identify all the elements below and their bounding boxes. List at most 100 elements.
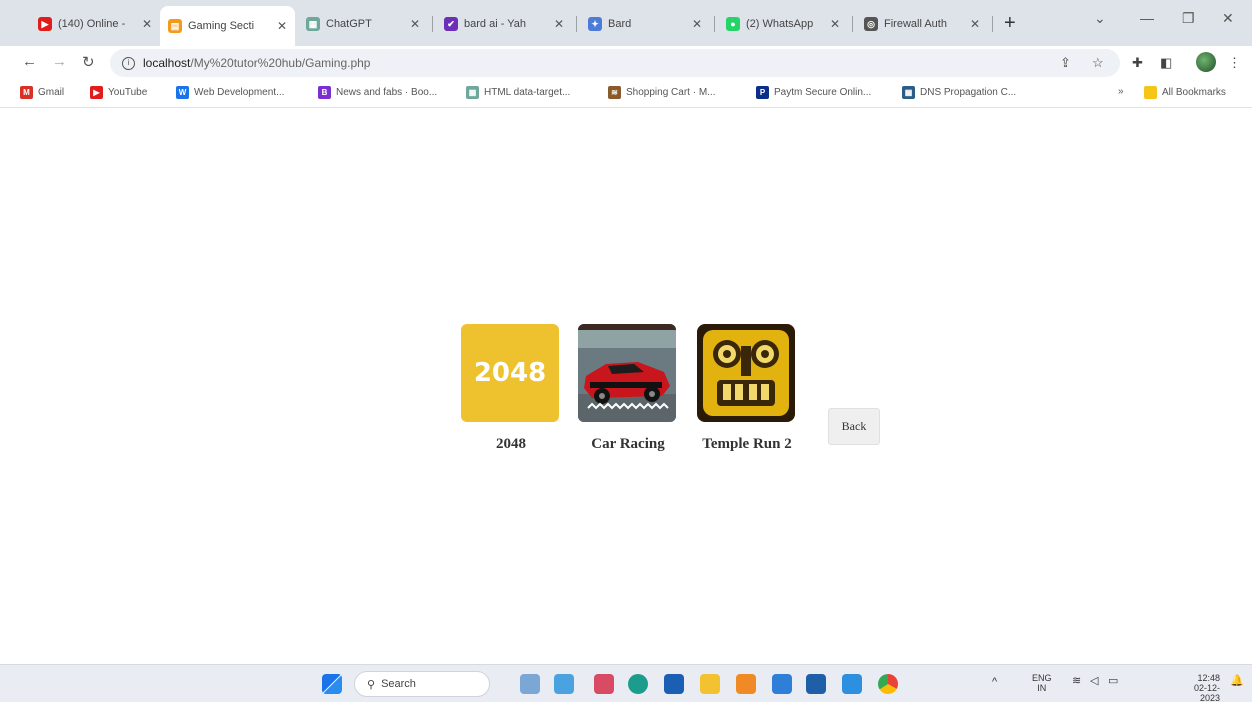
game-title: Temple Run 2 [702,436,792,452]
back-button[interactable]: Back [828,408,880,445]
close-icon[interactable]: ✕ [277,19,287,33]
task-view-icon[interactable] [554,674,574,694]
file-explorer-icon[interactable] [700,674,720,694]
bookmark-paytm[interactable]: P Paytm Secure Onlin... [756,86,871,99]
tab-search-chevron-icon[interactable]: ⌄ [1094,10,1106,27]
language-code: ENG [1032,673,1052,683]
bookmark-label: News and fabs · Boo... [336,87,438,98]
bookmark-label: Paytm Secure Onlin... [774,87,872,98]
share-icon[interactable]: ⇪ [1060,55,1071,71]
url-path: /My%20tutor%20hub/Gaming.php [190,56,371,70]
tab-label: bard ai - Yah [464,18,526,30]
volume-icon[interactable]: ◁ [1090,676,1098,687]
close-icon[interactable]: ✕ [410,17,420,31]
bookmark-news[interactable]: B News and fabs · Boo... [318,86,437,99]
game-thumbnail-car-racing[interactable] [578,324,676,422]
tab-bard-search[interactable]: ✔ bard ai - Yah ✕ [436,8,572,40]
new-tab-button[interactable]: + [1004,12,1016,35]
dns-icon: ▦ [902,86,915,99]
photos-icon[interactable] [594,674,614,694]
tab-label: (140) Online - [58,18,126,30]
bookmark-shopping-cart[interactable]: ≋ Shopping Cart · M... [608,86,715,99]
browser-toolbar: ← → ↻ i localhost/My%20tutor%20hub/Gamin… [0,46,1252,80]
bookmark-label: YouTube [108,87,148,98]
tab-label: Gaming Secti [188,20,255,32]
bookmark-web-development[interactable]: W Web Development... [176,86,284,99]
bookmarks-bar: M Gmail ▶ YouTube W Web Development... B New… [0,80,1252,108]
close-icon[interactable]: ✕ [830,17,840,31]
clock-date: 02-12-2023 [1193,683,1220,703]
close-icon[interactable]: ✕ [142,17,152,31]
widgets-icon[interactable] [520,674,540,694]
address-bar[interactable]: i localhost/My%20tutor%20hub/Gaming.php [110,49,1120,77]
star-icon[interactable]: ☆ [1092,55,1104,71]
bookmarks-overflow-icon[interactable]: » [1118,86,1124,97]
reload-icon[interactable]: ↻ [82,53,95,71]
taskbar-search[interactable]: ⚲ Search [354,671,490,697]
battery-icon[interactable]: ▭ [1108,676,1118,687]
tab-chatgpt[interactable]: ▦ ChatGPT ✕ [298,8,428,40]
bookmark-label: Gmail [38,87,65,98]
wifi-icon[interactable]: ≋ [1072,676,1081,687]
folder-icon [1144,86,1157,99]
tab-label: (2) WhatsApp [746,18,814,30]
game-card-2048[interactable]: 2048 2048 [461,324,561,453]
xampp-icon[interactable] [736,674,756,694]
windows-start-icon[interactable] [322,674,342,694]
tab-bard[interactable]: ✦ Bard ✕ [580,8,710,40]
site-info-icon[interactable]: i [122,56,135,70]
game-card-temple-run-2[interactable]: Temple Run 2 [697,324,797,453]
tab-firewall-auth[interactable]: ◎ Firewall Auth ✕ [856,8,988,40]
back-arrow-icon[interactable]: ← [22,53,37,70]
side-panel-icon[interactable]: ◧ [1160,55,1172,71]
bookmark-youtube[interactable]: ▶ YouTube [90,86,147,99]
language-indicator[interactable]: ENG IN [1032,673,1052,693]
site-icon: ▤ [168,19,182,33]
bookmark-label: HTML data-target... [484,87,571,98]
bookmark-label: DNS Propagation C... [920,87,1017,98]
restore-icon[interactable]: ❐ [1182,10,1195,27]
bookmark-html-data-target[interactable]: ▦ HTML data-target... [466,86,570,99]
all-bookmarks-folder[interactable]: All Bookmarks [1144,86,1226,99]
tab-gaming-section[interactable]: ▤ Gaming Secti ✕ [160,6,295,46]
outlook-icon[interactable] [806,674,826,694]
tab-whatsapp[interactable]: ● (2) WhatsApp ✕ [718,8,848,40]
menu-kebab-icon[interactable]: ⋮ [1228,55,1241,71]
tab-label: Bard [608,18,632,30]
search-icon: ⚲ [367,678,376,691]
close-icon[interactable]: ✕ [554,17,564,31]
search-label: Search [381,678,416,690]
game-card-car-racing[interactable]: Car Racing [578,324,678,453]
tab-label: Firewall Auth [884,18,947,30]
profile-avatar[interactable] [1196,52,1216,72]
clock[interactable]: 12:48 02-12-2023 [1176,673,1220,703]
tray-overflow-icon[interactable]: ^ [992,677,997,688]
minimize-icon[interactable]: — [1140,10,1154,26]
close-icon[interactable]: ✕ [970,17,980,31]
chrome-icon[interactable] [878,674,898,694]
browser-tab-strip: ▶ (140) Online - ✕ ▤ Gaming Secti ✕ ▦ Ch… [0,0,1252,46]
tab-label: ChatGPT [326,18,372,30]
notepad-icon[interactable] [772,674,792,694]
whatsapp-icon: ● [726,17,740,31]
forward-arrow-icon[interactable]: → [52,53,67,70]
clock-time: 12:48 [1197,673,1220,683]
close-icon[interactable]: ✕ [692,17,702,31]
extensions-icon[interactable]: ✚ [1132,55,1143,71]
bookmark-label: Web Development... [194,87,285,98]
bookmark-dns-propagation[interactable]: ▦ DNS Propagation C... [902,86,1016,99]
edge-icon[interactable] [628,674,648,694]
game-thumbnail-temple-run-2[interactable] [697,324,795,422]
url-host: localhost [143,56,191,70]
paytm-icon: P [756,86,769,99]
temple-idol-icon [697,324,795,422]
close-window-icon[interactable]: ✕ [1222,10,1234,27]
region-code: IN [1037,683,1047,693]
vscode-icon[interactable] [842,674,862,694]
windows-taskbar: ⚲ Search ^ ENG IN ≋ ◁ ▭ 12:48 02-12-2023… [0,664,1252,703]
bookmark-gmail[interactable]: M Gmail [20,86,64,99]
game-thumbnail-2048[interactable]: 2048 [461,324,559,422]
store-icon[interactable] [664,674,684,694]
tab-youtube[interactable]: ▶ (140) Online - ✕ [30,8,160,40]
notification-bell-icon[interactable]: 🔔 [1230,676,1244,687]
